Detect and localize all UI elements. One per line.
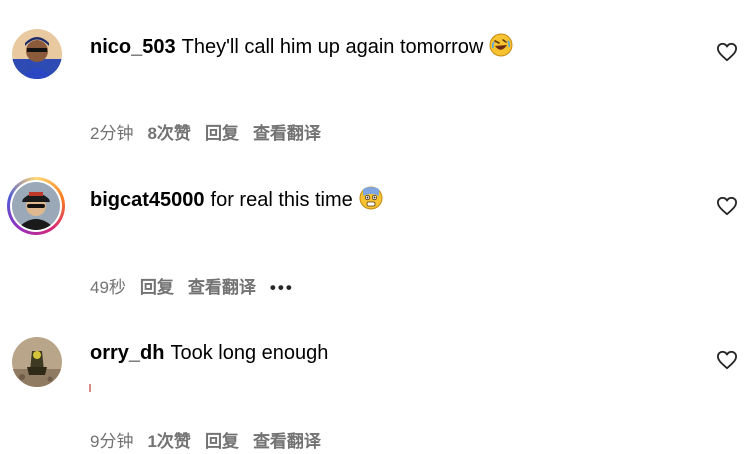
comment-meta: 9分钟 1次赞 回复 查看翻译 xyxy=(90,431,335,453)
username[interactable]: bigcat45000 xyxy=(90,189,205,211)
comment-text-line: nico_503 They'll call him up again tomorr… xyxy=(90,33,513,60)
reply-button[interactable]: 回复 xyxy=(205,124,239,143)
comment-text-line: orry_dh Took long enough xyxy=(90,340,328,366)
username[interactable]: nico_503 xyxy=(90,36,176,58)
see-translation-button[interactable]: 查看翻译 xyxy=(253,432,321,451)
like-count[interactable]: 8次赞 xyxy=(147,124,190,143)
comment-meta: 49秒 回复 查看翻译 ••• xyxy=(90,277,308,299)
comment-meta: 2分钟 8次赞 回复 查看翻译 xyxy=(90,123,335,145)
see-translation-button[interactable]: 查看翻译 xyxy=(253,124,321,143)
username[interactable]: orry_dh xyxy=(90,342,164,364)
heart-icon[interactable] xyxy=(716,42,738,62)
comment-time: 9分钟 xyxy=(90,432,134,451)
comment-text-line: bigcat45000 for real this time xyxy=(90,186,383,213)
heart-icon[interactable] xyxy=(716,196,738,216)
reply-button[interactable]: 回复 xyxy=(205,432,239,451)
scared-face-emoji-icon xyxy=(359,186,383,210)
comment-text: for real this time xyxy=(210,189,353,211)
like-count[interactable]: 1次赞 xyxy=(147,432,190,451)
heart-icon[interactable] xyxy=(716,350,738,370)
see-translation-button[interactable]: 查看翻译 xyxy=(188,278,256,297)
avatar[interactable] xyxy=(12,337,62,387)
reply-button[interactable]: 回复 xyxy=(140,278,174,297)
comment-text: Took long enough xyxy=(170,342,329,364)
avatar[interactable] xyxy=(12,29,62,79)
story-ring[interactable] xyxy=(7,177,65,235)
comment-time: 2分钟 xyxy=(90,124,134,143)
rolling-laughing-emoji-icon xyxy=(489,33,513,57)
avatar[interactable] xyxy=(12,182,60,230)
cursor-mark xyxy=(89,384,91,392)
more-options-icon[interactable]: ••• xyxy=(270,278,294,297)
comment-time: 49秒 xyxy=(90,278,126,297)
comment-text: They'll call him up again tomorrow xyxy=(181,36,484,58)
